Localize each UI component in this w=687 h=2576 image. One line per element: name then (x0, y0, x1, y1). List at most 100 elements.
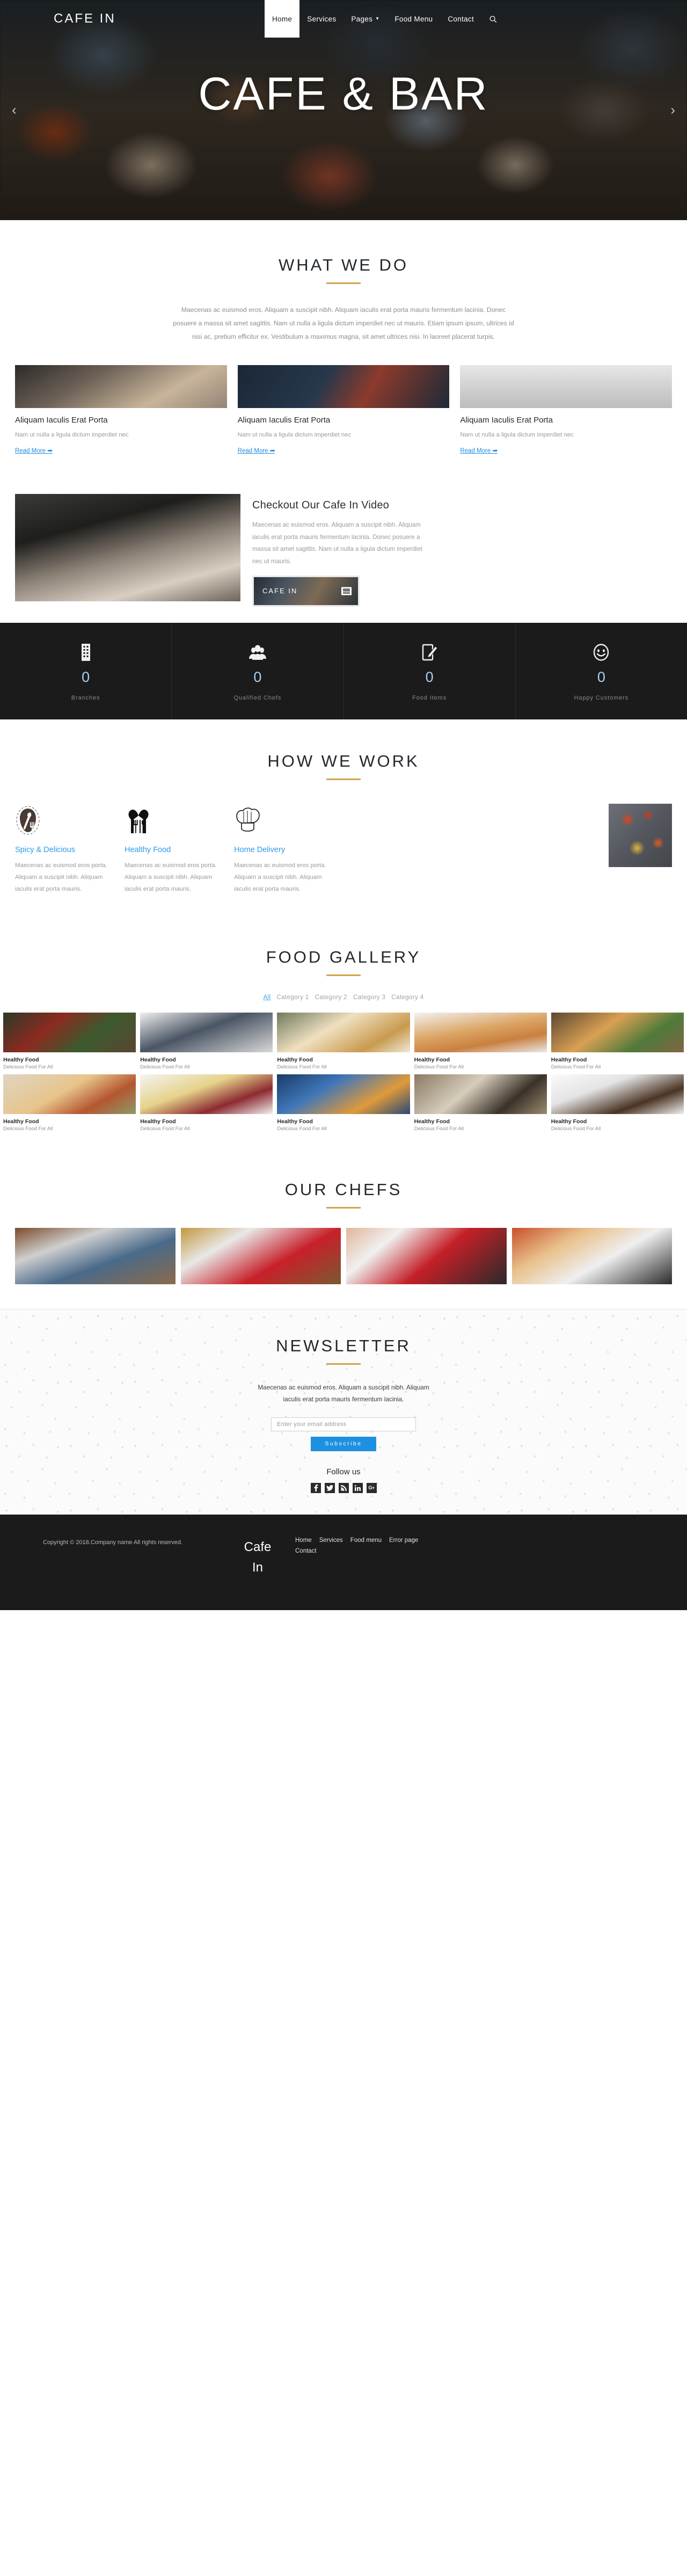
footer-link-contact[interactable]: Contact (295, 1548, 317, 1554)
site-logo[interactable]: CAFE IN (54, 11, 116, 26)
work-item-delivery: Home Delivery Maecenas ac euismod eros p… (234, 804, 334, 896)
gallery-item[interactable]: Healthy Food Delicious Food For All (140, 1013, 273, 1070)
footer-logo-line-1: Cafe (244, 1539, 272, 1554)
gallery-item-subtitle: Delicious Food For All (414, 1126, 464, 1132)
rss-icon[interactable] (338, 1482, 349, 1493)
nav-menu: Home Services Pages ▼ Food Menu Contact (264, 0, 505, 38)
gallery-item[interactable]: Healthy Food Delicious Food For All (3, 1013, 136, 1070)
service-card[interactable]: Aliquam Iaculis Erat Porta Nam ut nulla … (15, 365, 227, 455)
linkedin-icon[interactable] (352, 1482, 363, 1493)
how-we-work-section: HOW WE WORK Spicy & Delicious Maecenas a… (0, 719, 687, 920)
heading-underline (326, 282, 361, 284)
main-navigation-bar: CAFE IN Home Services Pages ▼ Food Menu C… (0, 0, 687, 38)
gallery-item[interactable]: Healthy Food Delicious Food For All (414, 1013, 547, 1070)
how-we-work-photo (609, 803, 672, 867)
chef-photo[interactable] (180, 1228, 341, 1285)
what-we-do-heading: WHAT WE DO (278, 256, 409, 274)
our-chefs-heading: OUR CHEFS (284, 1180, 403, 1199)
work-item-text: Maecenas ac euismod eros porta. Aliquam … (15, 862, 107, 892)
work-item-spicy: Spicy & Delicious Maecenas ac euismod er… (15, 804, 115, 896)
stat-branches-label: Branches (71, 694, 100, 701)
gallery-item-subtitle: Delicious Food For All (277, 1126, 327, 1132)
newsletter-section: NEWSLETTER Maecenas ac euismod eros. Ali… (0, 1309, 687, 1515)
note-pencil-icon (421, 641, 438, 664)
chef-hat-icon (234, 804, 334, 837)
nav-item-services-label: Services (307, 14, 337, 23)
site-footer: Copyright © 2018.Company name All rights… (0, 1514, 687, 1610)
service-card[interactable]: Aliquam Iaculis Erat Porta Nam ut nulla … (460, 365, 673, 455)
subscribe-button[interactable]: Subscribe (311, 1436, 376, 1451)
carousel-next-arrow[interactable]: › (670, 102, 675, 119)
gallery-item-subtitle: Delicious Food For All (3, 1126, 53, 1132)
footer-link-home[interactable]: Home (295, 1537, 312, 1544)
gallery-item[interactable]: Healthy Food Delicious Food For All (140, 1074, 273, 1132)
gallery-item[interactable]: Healthy Food Delicious Food For All (3, 1074, 136, 1132)
read-more-link[interactable]: Read More ➡ (15, 447, 53, 454)
gallery-item-title: Healthy Food (551, 1118, 587, 1125)
nav-item-food-menu-label: Food Menu (394, 14, 433, 23)
gallery-filter-category-2[interactable]: Category 2 (315, 994, 347, 1001)
chef-photo[interactable] (15, 1228, 176, 1285)
nav-item-home[interactable]: Home (264, 0, 300, 38)
nav-item-pages[interactable]: Pages ▼ (344, 0, 387, 38)
footer-link-food-menu[interactable]: Food menu (350, 1537, 382, 1544)
gallery-item-subtitle: Delicious Food For All (551, 1126, 601, 1132)
gallery-item-subtitle: Delicious Food For All (414, 1064, 464, 1071)
service-card-text: Nam ut nulla a ligula dictum imperdiet n… (237, 432, 352, 439)
stat-branches: 0 Branches (0, 622, 172, 719)
stat-customers: 0 Happy Customers (516, 623, 687, 719)
gallery-item-title: Healthy Food (414, 1118, 450, 1125)
search-icon[interactable] (481, 0, 505, 38)
gallery-item-image (140, 1074, 273, 1115)
footer-logo[interactable]: Cafe In (225, 1537, 290, 1610)
nav-item-pages-label: Pages (351, 14, 373, 23)
service-card-image (460, 365, 673, 409)
gallery-item[interactable]: Healthy Food Delicious Food For All (277, 1074, 410, 1132)
heading-underline (326, 974, 361, 977)
gallery-item[interactable]: Healthy Food Delicious Food For All (551, 1074, 684, 1132)
stat-food-items-value: 0 (425, 668, 434, 685)
read-more-link[interactable]: Read More ➡ (460, 447, 498, 454)
video-section-content: Checkout Our Cafe In Video Maecenas ac e… (252, 494, 672, 607)
gallery-filter-category-4[interactable]: Category 4 (391, 994, 423, 1001)
gallery-item-image (414, 1074, 547, 1115)
twitter-icon[interactable] (324, 1482, 335, 1493)
stat-chefs-label: Qualified Chefs (233, 694, 282, 701)
gallery-item[interactable]: Healthy Food Delicious Food For All (414, 1074, 547, 1132)
gallery-filter-all[interactable]: All (263, 994, 271, 1001)
footer-link-error-page[interactable]: Error page (389, 1537, 418, 1544)
what-we-do-paragraph: Maecenas ac euismod eros. Aliquam a susc… (173, 306, 514, 341)
gallery-item-subtitle: Delicious Food For All (140, 1064, 190, 1071)
follow-us-label: Follow us (326, 1467, 361, 1476)
google-plus-glyph: G+ (368, 1485, 375, 1491)
chef-photo[interactable] (511, 1228, 672, 1285)
carousel-prev-arrow[interactable]: ‹ (12, 102, 17, 119)
nav-item-contact[interactable]: Contact (440, 0, 481, 38)
service-card-text: Nam ut nulla a ligula dictum imperdiet n… (460, 432, 574, 439)
gallery-item[interactable]: Healthy Food Delicious Food For All (277, 1013, 410, 1070)
gallery-filter-tabs: All Category 1 Category 2 Category 3 Cat… (0, 994, 687, 1001)
facebook-icon[interactable] (310, 1482, 321, 1493)
footer-logo-line-2: In (252, 1560, 263, 1575)
chef-photo[interactable] (346, 1228, 507, 1285)
email-input[interactable] (271, 1417, 416, 1431)
gallery-filter-category-1[interactable]: Category 1 (276, 994, 309, 1001)
video-section: Checkout Our Cafe In Video Maecenas ac e… (0, 482, 687, 622)
smiley-face-icon (593, 641, 610, 664)
footer-link-services[interactable]: Services (319, 1537, 343, 1544)
nav-item-food-menu[interactable]: Food Menu (387, 0, 440, 38)
newsletter-text: Maecenas ac euismod eros. Aliquam a susc… (258, 1384, 429, 1403)
service-card-list: Aliquam Iaculis Erat Porta Nam ut nulla … (0, 365, 687, 455)
work-item-title: Healthy Food (125, 845, 171, 854)
video-thumbnail[interactable]: CAFE IN (252, 575, 360, 607)
gallery-filter-category-3[interactable]: Category 3 (353, 994, 385, 1001)
google-plus-icon[interactable]: G+ (366, 1482, 377, 1493)
read-more-link[interactable]: Read More ➡ (238, 447, 275, 454)
gallery-item-title: Healthy Food (140, 1118, 176, 1125)
service-card[interactable]: Aliquam Iaculis Erat Porta Nam ut nulla … (237, 365, 450, 455)
users-icon (249, 641, 267, 664)
gallery-item[interactable]: Healthy Food Delicious Food For All (551, 1013, 684, 1070)
nav-item-services[interactable]: Services (299, 0, 344, 38)
gallery-item-image (140, 1013, 273, 1053)
social-links: G+ (0, 1482, 687, 1493)
